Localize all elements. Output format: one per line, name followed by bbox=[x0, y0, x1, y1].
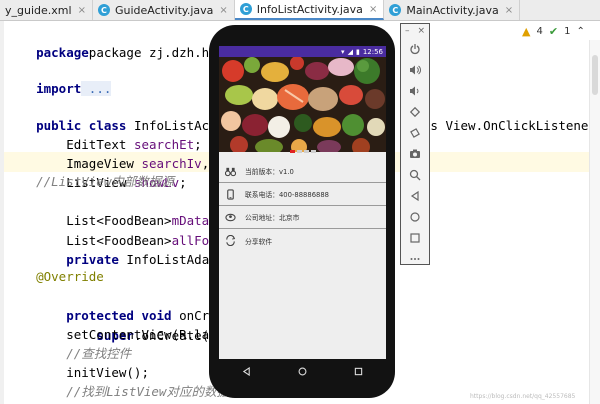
binoculars-icon bbox=[224, 165, 236, 177]
back-button[interactable] bbox=[401, 185, 429, 206]
indicator-dot bbox=[303, 150, 309, 153]
close-icon[interactable]: × bbox=[369, 4, 377, 15]
toolbar-header: – × bbox=[401, 24, 429, 38]
back-icon bbox=[410, 190, 419, 201]
rotate-right-icon bbox=[410, 127, 420, 138]
android-nav-bar bbox=[219, 359, 386, 381]
code-line: List<FoodBean>mDatas; bbox=[6, 191, 224, 228]
volume-up-button[interactable] bbox=[401, 59, 429, 80]
rotate-left-button[interactable] bbox=[401, 101, 429, 122]
warning-icon: ▲ bbox=[522, 25, 531, 38]
indicator-dot bbox=[289, 150, 295, 153]
indicator-dot bbox=[310, 150, 316, 153]
more-icon bbox=[410, 257, 420, 260]
food-banner-graphic bbox=[219, 57, 386, 152]
info-row-label: 分享软件 bbox=[245, 237, 273, 246]
food-banner-image[interactable] bbox=[219, 57, 386, 152]
code-line: //查找控件 bbox=[6, 346, 132, 361]
editor-gutter bbox=[0, 21, 4, 404]
volume-up-icon bbox=[410, 65, 421, 74]
close-icon[interactable]: × bbox=[78, 5, 86, 16]
code-line: EditText searchEt; bbox=[6, 115, 202, 152]
code-token: import bbox=[36, 81, 82, 96]
rotate-left-icon bbox=[409, 106, 421, 117]
code-line: @Override bbox=[6, 269, 104, 284]
status-bar: ▾ ◢ ▮ 12:56 bbox=[219, 46, 386, 57]
code-line: //找到ListView对应的数据源 bbox=[6, 384, 242, 399]
code-token: package bbox=[36, 45, 89, 60]
back-icon[interactable] bbox=[242, 361, 251, 380]
java-class-icon: C bbox=[389, 4, 402, 16]
zoom-button[interactable] bbox=[401, 164, 429, 185]
more-button[interactable] bbox=[401, 248, 429, 269]
watermark: https://blog.csdn.net/qq_42557685 bbox=[470, 393, 576, 400]
tab-main-activity[interactable]: C MainActivity.java × bbox=[384, 0, 521, 20]
home-button[interactable] bbox=[401, 206, 429, 227]
emulator-toolbar: – × bbox=[400, 23, 430, 265]
share-icon bbox=[224, 235, 236, 247]
code-token: ; bbox=[179, 175, 187, 190]
close-icon[interactable]: × bbox=[505, 5, 513, 16]
info-list: 当前版本：v1.0 联系电话：400-88886888 公司地址：北京市 分享软… bbox=[219, 160, 386, 252]
tab-label: y_guide.xml bbox=[5, 3, 72, 17]
close-icon[interactable]: × bbox=[219, 5, 227, 16]
code-line: //ListView内部数据源 bbox=[6, 174, 174, 189]
tab-label: MainActivity.java bbox=[406, 3, 499, 17]
info-row-label: 公司地址：北京市 bbox=[245, 214, 300, 222]
overview-button[interactable] bbox=[401, 227, 429, 248]
signal-icon: ◢ bbox=[347, 47, 353, 56]
code-token: private bbox=[36, 252, 119, 267]
overview-icon bbox=[410, 232, 420, 243]
camera-icon bbox=[410, 149, 420, 158]
wifi-icon: ▾ bbox=[341, 47, 345, 56]
info-row-share[interactable]: 分享软件 bbox=[219, 229, 386, 252]
emulator-screen[interactable]: ▾ ◢ ▮ 12:56 当前版本：v1.0 联系电话：400-88886888 … bbox=[219, 46, 386, 359]
tab-infolist-activity[interactable]: C InfoListActivity.java × bbox=[234, 0, 385, 20]
info-row-label: 当前版本：v1.0 bbox=[245, 168, 294, 176]
info-row-phone[interactable]: 联系电话：400-88886888 bbox=[219, 183, 386, 206]
tab-guide-activity[interactable]: C GuideActivity.java × bbox=[93, 0, 235, 20]
home-icon[interactable] bbox=[298, 361, 307, 380]
minimize-icon[interactable]: – bbox=[405, 26, 410, 36]
phone-icon bbox=[224, 188, 236, 200]
ok-count: 1 bbox=[564, 26, 571, 37]
code-line: ListView showLv; bbox=[6, 153, 186, 190]
battery-icon: ▮ bbox=[355, 47, 360, 56]
power-button[interactable] bbox=[401, 38, 429, 59]
home-icon bbox=[410, 211, 420, 222]
info-row-address[interactable]: 公司地址：北京市 bbox=[219, 206, 386, 229]
tab-label: GuideActivity.java bbox=[114, 3, 214, 17]
warning-count: 4 bbox=[536, 26, 543, 37]
inspection-widget[interactable]: ▲ 4 ✔ 1 ⌃ bbox=[522, 25, 585, 38]
power-icon bbox=[410, 43, 420, 54]
code-line: import ... bbox=[6, 59, 112, 96]
status-time: 12:56 bbox=[362, 47, 383, 56]
close-icon[interactable]: × bbox=[417, 26, 425, 36]
recents-icon[interactable] bbox=[354, 361, 363, 380]
folded-imports[interactable]: ... bbox=[81, 81, 112, 96]
checkmark-icon: ✔ bbox=[548, 25, 559, 38]
scrollbar-thumb[interactable] bbox=[592, 55, 598, 95]
location-icon bbox=[224, 211, 236, 223]
code-line: initView(); bbox=[6, 365, 149, 380]
indicator-dot bbox=[296, 150, 302, 153]
banner-page-indicator bbox=[219, 150, 386, 156]
java-class-icon: C bbox=[97, 4, 110, 16]
code-line: setContentView(R.layout bbox=[6, 327, 240, 342]
volume-down-button[interactable] bbox=[401, 80, 429, 101]
info-row-label: 联系电话：400-88886888 bbox=[245, 191, 330, 199]
screenshot-button[interactable] bbox=[401, 143, 429, 164]
editor-tab-bar: y_guide.xml × C GuideActivity.java × C I… bbox=[0, 0, 600, 21]
chevron-up-icon[interactable]: ⌃ bbox=[576, 26, 584, 37]
info-row-version[interactable]: 当前版本：v1.0 bbox=[219, 160, 386, 183]
tab-label: InfoListActivity.java bbox=[256, 2, 363, 16]
rotate-right-button[interactable] bbox=[401, 122, 429, 143]
java-class-icon: C bbox=[239, 3, 252, 15]
tab-guide-xml[interactable]: y_guide.xml × bbox=[0, 0, 93, 20]
zoom-icon bbox=[409, 169, 421, 180]
volume-down-icon bbox=[410, 86, 419, 95]
